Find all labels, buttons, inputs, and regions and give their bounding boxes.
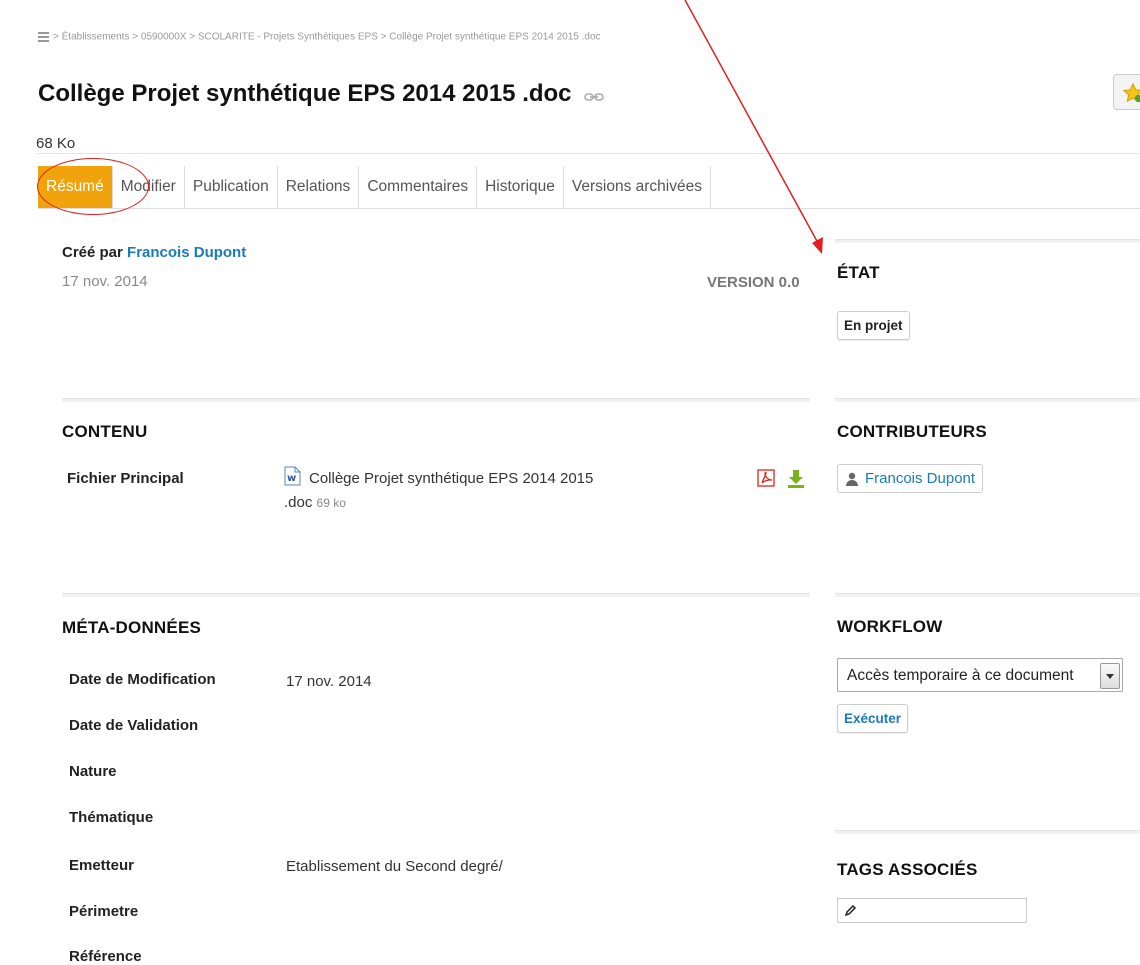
section-divider — [62, 398, 810, 402]
section-divider — [835, 239, 1140, 243]
author-link[interactable]: Francois Dupont — [127, 244, 246, 261]
content-section-title: CONTENU — [62, 422, 148, 441]
user-icon — [846, 472, 858, 486]
metadata-value: 17 nov. 2014 — [286, 673, 372, 690]
tags-section-title: TAGS ASSOCIÉS — [837, 860, 978, 879]
section-divider — [835, 398, 1140, 402]
main-file-size: 69 ko — [316, 496, 346, 510]
page-title-text: Collège Projet synthétique EPS 2014 2015… — [38, 80, 572, 107]
favorite-star-icon — [1122, 82, 1140, 103]
state-badge: En projet — [837, 311, 910, 340]
file-size: 68 Ko — [36, 135, 76, 152]
divider — [38, 208, 1140, 209]
word-doc-icon: w — [284, 466, 301, 491]
breadcrumb-text[interactable]: > Établissements > 0590000X > SCOLARITE … — [53, 32, 601, 43]
divider — [36, 153, 1140, 154]
contributors-section-title: CONTRIBUTEURS — [837, 422, 987, 441]
metadata-label: Date de Modification — [69, 671, 216, 688]
metadata-label: Périmetre — [69, 903, 139, 920]
pencil-icon — [844, 904, 857, 917]
section-divider — [835, 593, 1140, 597]
metadata-label: Date de Validation — [69, 717, 199, 734]
tab-versions-archivees[interactable]: Versions archivées — [564, 166, 711, 208]
metadata-label: Emetteur — [69, 857, 135, 874]
main-file-extension[interactable]: .doc — [284, 494, 312, 511]
metadata-value: Etablissement du Second degré/ — [286, 858, 503, 875]
tab-historique[interactable]: Historique — [477, 166, 564, 208]
metadata-label: Thématique — [69, 809, 154, 826]
breadcrumb: > Établissements > 0590000X > SCOLARITE … — [38, 30, 601, 44]
contributor-name: Francois Dupont — [865, 470, 976, 487]
main-file-name-ext: .doc 69 ko — [284, 494, 346, 511]
tab-relations[interactable]: Relations — [278, 166, 360, 208]
version-label: VERSION 0.0 — [707, 274, 800, 291]
created-by: Créé par Francois Dupont — [62, 244, 246, 261]
section-divider — [62, 593, 810, 597]
svg-text:w: w — [287, 473, 296, 484]
pdf-icon[interactable] — [757, 469, 775, 492]
state-section-title: ÉTAT — [837, 263, 880, 282]
chevron-down-icon[interactable] — [1100, 663, 1120, 689]
section-divider — [835, 830, 1140, 834]
metadata-section-title: MÉTA-DONNÉES — [62, 618, 202, 637]
created-by-prefix: Créé par — [62, 244, 123, 261]
contributor-chip[interactable]: Francois Dupont — [837, 464, 984, 493]
annotation-circle — [37, 158, 149, 215]
main-file-link[interactable]: Collège Projet synthétique EPS 2014 2015 — [309, 470, 593, 487]
execute-button[interactable]: Exécuter — [837, 704, 909, 733]
tab-commentaires[interactable]: Commentaires — [359, 166, 478, 208]
metadata-label: Nature — [69, 763, 117, 780]
metadata-label: Référence — [69, 948, 142, 965]
link-icon[interactable] — [584, 81, 605, 109]
workflow-selected: Accès temporaire à ce document — [847, 667, 1074, 684]
download-icon[interactable] — [787, 469, 805, 493]
tags-input[interactable] — [837, 898, 1027, 923]
main-file-label: Fichier Principal — [67, 470, 184, 487]
workflow-select[interactable]: Accès temporaire à ce document — [837, 658, 1123, 692]
page-title: Collège Projet synthétique EPS 2014 2015… — [38, 80, 605, 109]
workflow-section-title: WORKFLOW — [837, 617, 943, 636]
tab-publication[interactable]: Publication — [185, 166, 278, 208]
favorite-button[interactable] — [1113, 74, 1140, 110]
menu-icon[interactable] — [38, 30, 49, 44]
created-date: 17 nov. 2014 — [62, 273, 148, 290]
